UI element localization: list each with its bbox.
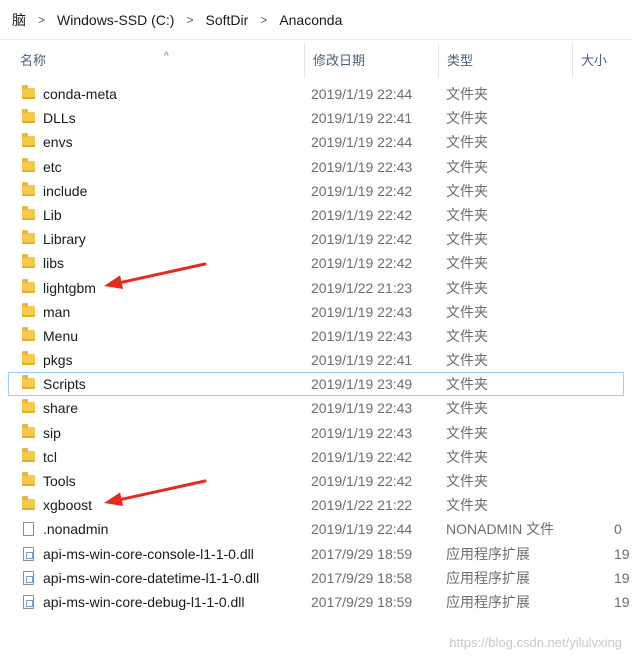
red-arrow-annotation [104,479,207,507]
annotation-layer [104,262,207,507]
red-arrow-annotation [104,262,207,290]
watermark: https://blog.csdn.net/yilulvxing [449,635,622,650]
